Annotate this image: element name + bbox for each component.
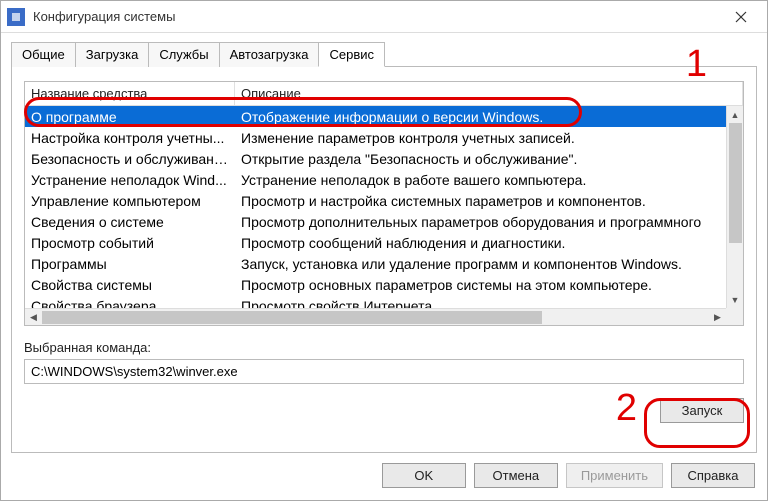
tab-tools[interactable]: Сервис xyxy=(318,42,385,67)
table-row[interactable]: Настройка контроля учетны...Изменение па… xyxy=(25,127,743,148)
apply-button[interactable]: Применить xyxy=(566,463,663,488)
ok-button[interactable]: OK xyxy=(382,463,466,488)
table-row[interactable]: Безопасность и обслуживаниеОткрытие разд… xyxy=(25,148,743,169)
table-row[interactable]: ПрограммыЗапуск, установка или удаление … xyxy=(25,253,743,274)
tab-services[interactable]: Службы xyxy=(148,42,219,67)
cell-tool-desc: Просмотр дополнительных параметров обору… xyxy=(235,214,743,230)
scroll-right-icon[interactable]: ▶ xyxy=(709,309,726,326)
cell-tool-desc: Устранение неполадок в работе вашего ком… xyxy=(235,172,743,188)
close-button[interactable] xyxy=(721,3,761,31)
cell-tool-name: Свойства системы xyxy=(25,277,235,293)
cell-tool-name: Устранение неполадок Wind... xyxy=(25,172,235,188)
scroll-left-icon[interactable]: ◀ xyxy=(25,309,42,326)
list-header: Название средства Описание xyxy=(25,82,743,106)
selected-command-label: Выбранная команда: xyxy=(24,340,744,355)
scroll-thumb-v[interactable] xyxy=(729,123,742,243)
cancel-button[interactable]: Отмена xyxy=(474,463,558,488)
tab-general[interactable]: Общие xyxy=(11,42,76,67)
scroll-corner xyxy=(726,308,743,325)
tab-startup[interactable]: Автозагрузка xyxy=(219,42,320,67)
selected-command-input[interactable] xyxy=(24,359,744,384)
tab-boot[interactable]: Загрузка xyxy=(75,42,150,67)
scroll-up-icon[interactable]: ▲ xyxy=(727,106,744,123)
column-header-name[interactable]: Название средства xyxy=(25,82,235,105)
titlebar: Конфигурация системы xyxy=(1,1,767,33)
table-row[interactable]: Устранение неполадок Wind...Устранение н… xyxy=(25,169,743,190)
cell-tool-name: Безопасность и обслуживание xyxy=(25,151,235,167)
tab-strip: Общие Загрузка Службы Автозагрузка Серви… xyxy=(11,41,757,66)
scroll-down-icon[interactable]: ▼ xyxy=(727,291,744,308)
cell-tool-desc: Отображение информации о версии Windows. xyxy=(235,109,743,125)
table-row[interactable]: Сведения о системеПросмотр дополнительны… xyxy=(25,211,743,232)
cell-tool-name: О программе xyxy=(25,109,235,125)
tools-list: Название средства Описание О программеОт… xyxy=(24,81,744,326)
tab-panel: Название средства Описание О программеОт… xyxy=(11,66,757,453)
help-button[interactable]: Справка xyxy=(671,463,755,488)
table-row[interactable]: О программеОтображение информации о верс… xyxy=(25,106,743,127)
cell-tool-name: Сведения о системе xyxy=(25,214,235,230)
table-row[interactable]: Свойства системыПросмотр основных параме… xyxy=(25,274,743,295)
cell-tool-desc: Открытие раздела "Безопасность и обслужи… xyxy=(235,151,743,167)
cell-tool-desc: Запуск, установка или удаление программ … xyxy=(235,256,743,272)
cell-tool-desc: Просмотр сообщений наблюдения и диагност… xyxy=(235,235,743,251)
cell-tool-name: Настройка контроля учетны... xyxy=(25,130,235,146)
vertical-scrollbar[interactable]: ▲ ▼ xyxy=(726,106,743,308)
app-icon xyxy=(7,8,25,26)
cell-tool-name: Управление компьютером xyxy=(25,193,235,209)
scroll-thumb-h[interactable] xyxy=(42,311,542,324)
msconfig-window: Конфигурация системы Общие Загрузка Служ… xyxy=(0,0,768,501)
list-body: О программеОтображение информации о верс… xyxy=(25,106,743,325)
table-row[interactable]: Управление компьютеромПросмотр и настрой… xyxy=(25,190,743,211)
cell-tool-desc: Изменение параметров контроля учетных за… xyxy=(235,130,743,146)
dialog-footer: OK Отмена Применить Справка xyxy=(1,453,767,500)
cell-tool-desc: Просмотр основных параметров системы на … xyxy=(235,277,743,293)
horizontal-scrollbar[interactable]: ◀ ▶ xyxy=(25,308,726,325)
run-button[interactable]: Запуск xyxy=(660,398,744,423)
cell-tool-desc: Просмотр и настройка системных параметро… xyxy=(235,193,743,209)
window-title: Конфигурация системы xyxy=(33,9,721,24)
table-row[interactable]: Просмотр событийПросмотр сообщений наблю… xyxy=(25,232,743,253)
cell-tool-name: Программы xyxy=(25,256,235,272)
column-header-desc[interactable]: Описание xyxy=(235,82,743,105)
cell-tool-name: Просмотр событий xyxy=(25,235,235,251)
